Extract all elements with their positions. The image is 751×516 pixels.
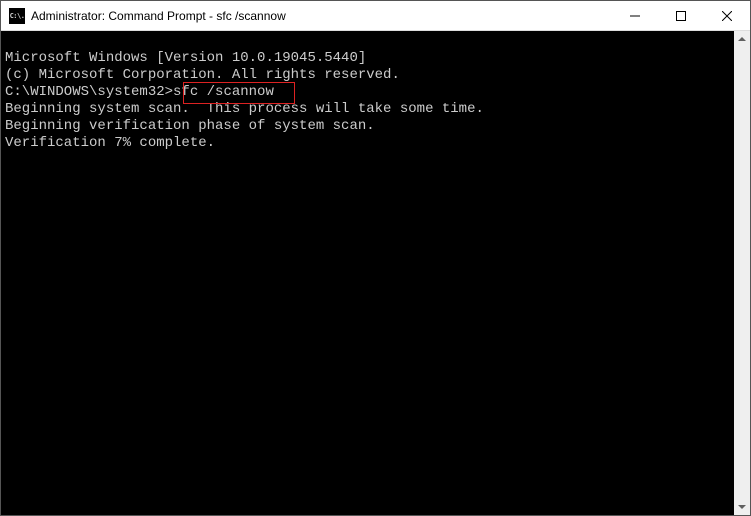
output-line: (c) Microsoft Corporation. All rights re… [5,67,730,84]
maximize-icon [676,11,686,21]
minimize-button[interactable] [612,1,658,30]
output-line: Microsoft Windows [Version 10.0.19045.54… [5,50,730,67]
maximize-button[interactable] [658,1,704,30]
scrollbar-track[interactable] [734,47,750,499]
prompt-path: C:\WINDOWS\system32> [5,84,173,100]
terminal-output[interactable]: Microsoft Windows [Version 10.0.19045.54… [1,31,734,515]
prompt-command: sfc /scannow [173,84,274,100]
output-line: Beginning system scan. This process will… [5,101,730,118]
prompt-line: C:\WINDOWS\system32>sfc /scannow [5,84,730,101]
window-controls [612,1,750,30]
scroll-down-arrow-icon[interactable] [734,499,750,515]
window-title: Administrator: Command Prompt - sfc /sca… [31,9,612,23]
close-button[interactable] [704,1,750,30]
cmd-icon: C:\. [9,8,25,24]
output-line: Beginning verification phase of system s… [5,118,730,135]
close-icon [722,11,732,21]
minimize-icon [630,11,640,21]
window-titlebar: C:\. Administrator: Command Prompt - sfc… [1,1,750,31]
terminal-area: Microsoft Windows [Version 10.0.19045.54… [1,31,750,515]
vertical-scrollbar[interactable] [734,31,750,515]
output-line: Verification 7% complete. [5,135,730,152]
scroll-up-arrow-icon[interactable] [734,31,750,47]
